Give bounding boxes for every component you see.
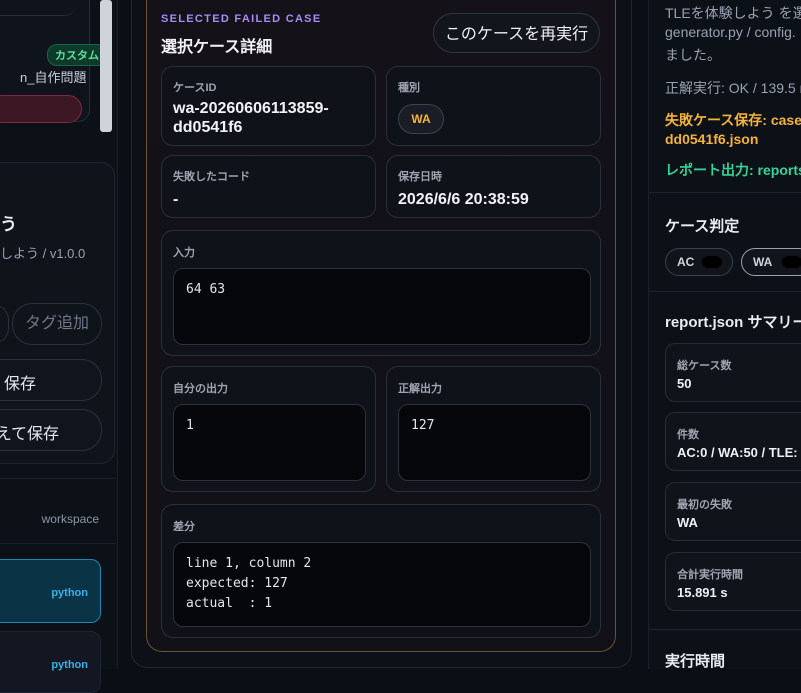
delete-button[interactable] <box>0 95 82 123</box>
log-text: generator.py / config. <box>665 24 796 40</box>
failed-code-label: 失敗したコード <box>173 171 250 183</box>
diff-box: 差分 line 1, column 2 expected: 127 actual… <box>161 504 601 638</box>
saved-at-box: 保存日時 2026/6/6 20:38:59 <box>386 155 601 218</box>
expected-output-textarea[interactable]: 127 <box>398 404 591 481</box>
input-box: 入力 64 63 <box>161 230 601 356</box>
summary-item: 最初の失敗 WA <box>665 482 801 541</box>
input-textarea[interactable]: 64 63 <box>173 268 591 345</box>
divider <box>0 543 116 544</box>
case-id-label: ケースID <box>173 82 217 94</box>
file-item[interactable]: python <box>0 631 101 693</box>
case-id-box: ケースID wa-20260606113859- dd0541f6 <box>161 66 376 146</box>
problem-name: n_自作問題 <box>20 70 87 85</box>
summary-key: 件数 <box>677 429 699 441</box>
divider <box>649 192 801 193</box>
saved-at-value: 2026/6/6 20:38:59 <box>398 191 529 208</box>
report-output-status: レポート出力: reports <box>665 162 801 178</box>
case-id-value: wa-20260606113859- dd0541f6 <box>173 100 329 136</box>
summary-item: 件数 AC:0 / WA:50 / TLE: <box>665 412 801 471</box>
runtime-title: 実行時間 <box>665 653 726 669</box>
my-output-box: 自分の出力 1 <box>161 366 376 492</box>
summary-value: 15.891 s <box>677 585 728 600</box>
problem-card-header <box>0 0 76 16</box>
input-label: 入力 <box>173 247 195 259</box>
save-as-button[interactable]: えて保存 <box>0 409 102 451</box>
diff-textarea[interactable]: line 1, column 2 expected: 127 actual : … <box>173 542 591 627</box>
kind-badge: WA <box>398 104 444 134</box>
summary-key: 合計実行時間 <box>677 569 743 581</box>
panel-eyebrow: SELECTED FAILED CASE <box>161 13 322 25</box>
save-button-label: 保存 <box>3 376 36 393</box>
panel-title: 選択ケース詳細 <box>161 39 273 56</box>
summary-key: 最初の失敗 <box>677 499 732 511</box>
rerun-case-button[interactable]: このケースを再実行 <box>433 13 600 53</box>
verdict-toggle-wa[interactable]: WA <box>741 248 801 276</box>
log-text: TLEを体験しよう を選 <box>665 5 801 21</box>
saved-at-label: 保存日時 <box>398 171 442 183</box>
toggle-knob <box>782 256 801 268</box>
summary-value: WA <box>677 515 698 530</box>
workspace-label: workspace <box>41 512 99 526</box>
verdict-title: ケース判定 <box>665 218 740 235</box>
failed-case-saved: 失敗ケース保存: case <box>665 112 801 128</box>
left-sidebar: カスタム n_自作問題 う しよう / v1.0.0 タグ追加 保存 えて保存 … <box>0 0 118 693</box>
kind-label: 種別 <box>398 82 420 94</box>
my-output-label: 自分の出力 <box>173 383 228 395</box>
summary-key: 総ケース数 <box>677 360 732 372</box>
language-label: python <box>51 587 88 599</box>
failed-code-value: - <box>173 191 179 208</box>
custom-badge: カスタム <box>47 44 107 66</box>
divider <box>0 478 116 479</box>
toggle-knob <box>702 256 722 268</box>
file-item-selected[interactable]: python <box>0 559 101 623</box>
log-text: ました。 <box>665 47 721 63</box>
save-as-button-label: えて保存 <box>0 426 59 443</box>
verdict-label: WA <box>753 255 773 269</box>
verdict-label: AC <box>677 255 695 269</box>
my-output-textarea[interactable]: 1 <box>173 404 366 481</box>
failed-case-saved-file: dd0541f6.json <box>665 131 759 147</box>
save-button[interactable]: 保存 <box>0 359 102 401</box>
summary-item: 合計実行時間 15.891 s <box>665 552 801 611</box>
summary-item: 総ケース数 50 <box>665 343 801 402</box>
kind-box: 種別 WA <box>386 66 601 146</box>
tag-add-input[interactable]: タグ追加 <box>12 303 102 345</box>
scrollbar-thumb[interactable] <box>100 0 112 132</box>
problem-subtitle: しよう / v1.0.0 <box>0 246 86 261</box>
verdict-toggle-ac[interactable]: AC <box>665 248 733 276</box>
summary-title: report.json サマリー <box>665 314 801 331</box>
summary-value: AC:0 / WA:50 / TLE: <box>677 445 798 460</box>
divider <box>649 629 801 630</box>
failed-code-box: 失敗したコード - <box>161 155 376 218</box>
diff-label: 差分 <box>173 521 195 533</box>
expected-output-label: 正解出力 <box>398 383 442 395</box>
problem-title: う <box>0 215 17 234</box>
expected-output-box: 正解出力 127 <box>386 366 601 492</box>
divider <box>649 291 801 292</box>
right-sidebar: TLEを体験しよう を選 generator.py / config. ました。… <box>648 0 801 669</box>
language-label: python <box>51 659 88 671</box>
correct-run-status: 正解実行: OK / 139.5 m <box>665 80 801 96</box>
summary-value: 50 <box>677 376 692 391</box>
